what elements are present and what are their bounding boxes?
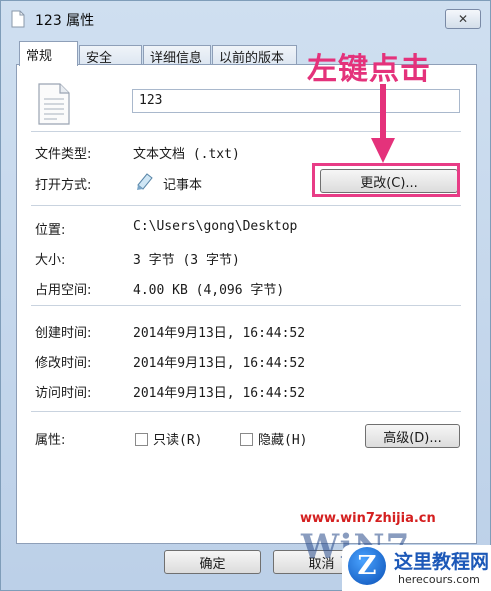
open-with-value: 记事本	[163, 178, 203, 193]
size-on-disk-label: 占用空间:	[35, 283, 92, 298]
hidden-checkbox[interactable]: 隐藏(H)	[240, 429, 307, 448]
size-label: 大小:	[35, 253, 66, 268]
file-name-input[interactable]: 123	[132, 89, 460, 113]
location-label: 位置:	[35, 223, 66, 238]
accessed-label: 访问时间:	[35, 386, 92, 401]
accessed-value: 2014年9月13日, 16:44:52	[133, 386, 306, 401]
close-icon: ✕	[457, 12, 469, 26]
annotation-label: 左键点击	[307, 52, 431, 87]
annotation-arrow-icon	[371, 84, 395, 163]
modified-label: 修改时间:	[35, 356, 92, 371]
attributes-label: 属性:	[35, 433, 66, 448]
title-bar[interactable]: 123 属性 ✕	[1, 1, 490, 37]
badge-logo-icon: Z	[348, 547, 386, 585]
site-badge: Z 这里教程网 herecours.com	[342, 545, 491, 591]
tab-general[interactable]: 常规	[19, 41, 78, 66]
location-value[interactable]: C:\Users\gong\Desktop	[133, 219, 297, 234]
properties-dialog: 123 属性 ✕ 常规 安全 详细信息 以前的版本 123 文件类型: 文本文档…	[0, 0, 491, 591]
separator	[31, 131, 461, 132]
tab-previous-versions[interactable]: 以前的版本	[212, 45, 297, 66]
tab-security[interactable]: 安全	[79, 45, 142, 66]
ok-button[interactable]: 确定	[164, 550, 261, 574]
file-type-value: 文本文档 (.txt)	[133, 147, 240, 162]
window-title: 123 属性	[35, 13, 95, 29]
open-with-label: 打开方式:	[35, 178, 92, 193]
file-type-label: 文件类型:	[35, 147, 92, 162]
badge-site-domain: herecours.com	[398, 573, 480, 586]
annotation-highlight	[312, 163, 460, 197]
separator	[31, 205, 461, 206]
readonly-checkbox[interactable]: 只读(R)	[135, 429, 202, 448]
separator	[31, 305, 461, 306]
size-on-disk-value: 4.00 KB (4,096 字节)	[133, 283, 285, 298]
readonly-checkbox-box[interactable]	[135, 433, 148, 446]
general-panel: 123 文件类型: 文本文档 (.txt) 打开方式: 记事本 更改(C)...…	[16, 64, 477, 544]
tab-details[interactable]: 详细信息	[143, 45, 211, 66]
text-file-icon	[11, 10, 25, 28]
close-button[interactable]: ✕	[445, 9, 481, 29]
advanced-button[interactable]: 高级(D)...	[365, 424, 460, 448]
created-value: 2014年9月13日, 16:44:52	[133, 326, 306, 341]
notepad-icon	[137, 173, 153, 190]
created-label: 创建时间:	[35, 326, 92, 341]
size-value: 3 字节 (3 字节)	[133, 253, 240, 268]
document-icon	[38, 83, 70, 125]
watermark-url: www.win7zhijia.cn	[300, 511, 436, 526]
badge-site-name: 这里教程网	[394, 551, 490, 573]
separator	[31, 411, 461, 412]
hidden-checkbox-box[interactable]	[240, 433, 253, 446]
modified-value: 2014年9月13日, 16:44:52	[133, 356, 306, 371]
